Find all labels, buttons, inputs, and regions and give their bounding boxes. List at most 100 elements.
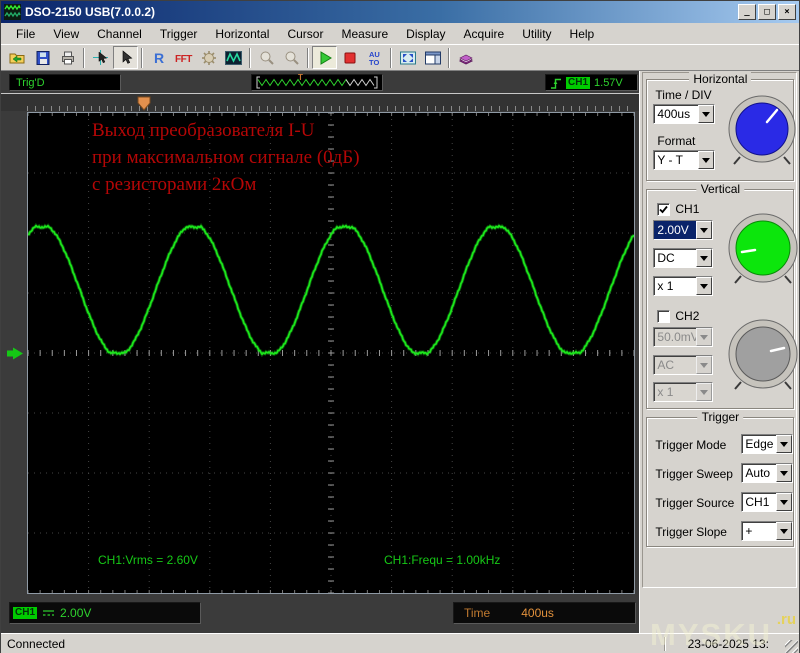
ch1-volts-select[interactable]: 2.00V [653, 220, 714, 240]
menu-channel[interactable]: Channel [88, 24, 151, 44]
waveform-preview-box[interactable]: T [251, 73, 383, 91]
menu-cursor[interactable]: Cursor [278, 24, 332, 44]
menu-measure[interactable]: Measure [332, 24, 397, 44]
ch2-position-knob[interactable] [725, 316, 800, 394]
frequency-measurement: CH1:Frequ = 1.00kHz [384, 553, 501, 567]
ch1-probe-select[interactable]: x 1 [653, 276, 714, 296]
menu-utility[interactable]: Utility [513, 24, 560, 44]
trigger-group-title: Trigger [697, 410, 744, 424]
time-div-select[interactable]: 400us [653, 104, 716, 124]
chevron-down-icon[interactable] [696, 249, 713, 267]
annotation-line-3: с резисторами 2кОм [92, 174, 257, 195]
open-file-button[interactable] [5, 46, 30, 69]
chevron-down-icon[interactable] [696, 221, 713, 239]
zoom-in-button[interactable] [254, 46, 279, 69]
chevron-down-icon[interactable] [698, 151, 715, 169]
select-tool-button[interactable] [113, 46, 138, 69]
chevron-down-icon [696, 328, 713, 346]
settings-button[interactable] [196, 46, 221, 69]
minimize-button[interactable]: _ [738, 4, 756, 20]
stop-button[interactable] [337, 46, 362, 69]
format-select[interactable]: Y - T [653, 150, 716, 170]
annotation-text: Выход преобразователя I-U при максимальн… [92, 117, 360, 198]
ch1-checkbox-row[interactable]: CH1 [657, 202, 699, 216]
connection-status: Connected [7, 637, 66, 651]
chevron-down-icon [696, 356, 713, 374]
play-icon [320, 50, 332, 65]
trigger-sweep-value: Auto [745, 466, 771, 480]
ch2-volts-select: 50.0mV [653, 327, 714, 347]
trigger-source-select[interactable]: CH1 [741, 492, 794, 512]
preview-trigger-marker[interactable]: T [298, 73, 303, 82]
ch2-label: CH2 [675, 309, 700, 323]
channel1-level-marker[interactable] [7, 347, 24, 360]
trigger-slope-select[interactable]: + [741, 521, 794, 541]
waveform-display-button[interactable] [221, 46, 246, 69]
trigger-status-text: Trig'D [16, 76, 45, 89]
scope-grid: Выход преобразователя I-U при максимальн… [27, 112, 635, 594]
chevron-down-icon[interactable] [776, 493, 793, 511]
vertical-group-title: Vertical [696, 182, 745, 196]
ch1-volts-value: 2.00V [654, 221, 697, 239]
window-icon [424, 51, 441, 64]
chevron-down-icon[interactable] [776, 522, 793, 540]
menu-horizontal[interactable]: Horizontal [206, 24, 278, 44]
channel1-volts-div: 2.00V [60, 606, 92, 620]
app-window: DSO-2150 USB(7.0.0.2) _ □ × File View Ch… [0, 0, 800, 653]
menu-bar: File View Channel Trigger Horizontal Cur… [1, 23, 799, 45]
ch1-probe-value: x 1 [657, 279, 674, 293]
chevron-down-icon[interactable] [696, 277, 713, 295]
trigger-channel-badge: CH1 [566, 76, 591, 89]
full-screen-button[interactable] [395, 46, 420, 69]
chevron-down-icon[interactable] [776, 464, 793, 482]
help-book-button[interactable] [453, 46, 478, 69]
channel1-readout-box: CH1 2.00V [9, 602, 201, 624]
trigger-slope-value: + [745, 524, 753, 538]
app-icon [4, 4, 21, 20]
ch2-checkbox[interactable] [657, 309, 671, 323]
menu-acquire[interactable]: Acquire [455, 24, 514, 44]
save-button[interactable] [30, 46, 55, 69]
cursor-tool-button[interactable] [88, 46, 113, 69]
ch1-checkbox[interactable] [657, 202, 671, 216]
menu-help[interactable]: Help [561, 24, 604, 44]
menu-file[interactable]: File [7, 24, 44, 44]
window-layout-button[interactable] [420, 46, 445, 69]
trigger-position-marker[interactable] [137, 96, 151, 111]
ch2-coupling-select: AC [653, 355, 714, 375]
menu-view[interactable]: View [44, 24, 88, 44]
toolbar-separator [249, 47, 251, 68]
printer-icon [61, 51, 74, 64]
start-button[interactable] [312, 46, 337, 69]
trigger-sweep-label: Trigger Sweep [655, 467, 733, 481]
title-bar: DSO-2150 USB(7.0.0.2) _ □ × [1, 1, 799, 23]
trigger-source-value: CH1 [745, 495, 770, 509]
ch1-coupling-select[interactable]: DC [653, 248, 714, 268]
auto-icon: AU TO [369, 50, 380, 67]
auto-set-button[interactable]: AU TO [362, 46, 387, 69]
maximize-button[interactable]: □ [758, 4, 776, 20]
chevron-down-icon[interactable] [698, 105, 715, 123]
horizontal-knob[interactable] [725, 93, 799, 169]
status-datetime: 23-06-2025 13: [687, 637, 769, 651]
ch2-probe-value: x 1 [657, 385, 674, 399]
resize-grip[interactable] [785, 640, 798, 653]
trigger-sweep-select[interactable]: Auto [741, 463, 794, 483]
magnifier-minus-icon [285, 51, 299, 65]
menu-display[interactable]: Display [397, 24, 454, 44]
ch1-position-knob[interactable] [725, 210, 800, 288]
horizontal-group: Horizontal Time / DIV 400us Format Y - T [646, 72, 796, 181]
ch2-volts-value: 50.0mV [657, 330, 697, 344]
open-folder-icon [9, 53, 25, 63]
menu-trigger[interactable]: Trigger [151, 24, 207, 44]
trigger-mode-select[interactable]: Edge [741, 434, 794, 454]
ch2-checkbox-row[interactable]: CH2 [657, 309, 699, 323]
close-button[interactable]: × [778, 4, 796, 20]
timebase-label: Time [464, 606, 491, 620]
gear-icon [201, 50, 216, 65]
fft-button[interactable]: FFT [171, 46, 196, 69]
print-button[interactable] [55, 46, 80, 69]
chevron-down-icon[interactable] [776, 435, 793, 453]
zoom-out-button[interactable] [279, 46, 304, 69]
r-tool-button[interactable]: R [146, 46, 171, 69]
